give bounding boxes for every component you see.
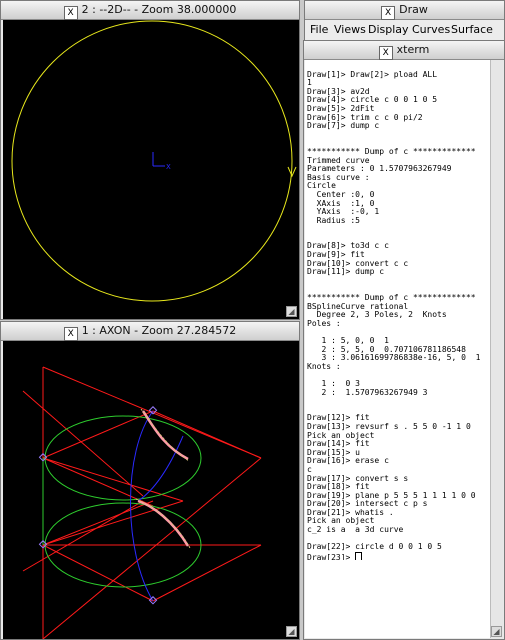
terminal-line: BSplineCurve rational <box>307 302 409 311</box>
tan-bspline-overlay <box>135 408 191 549</box>
terminal-line: Draw[17]> convert s s <box>307 474 409 483</box>
resize-grip[interactable]: ◢ <box>286 626 297 637</box>
terminal-line: Draw[15]> u <box>307 448 360 457</box>
window-2d-title: 2 : --2D-- - Zoom 38.000000 <box>81 3 237 16</box>
terminal-line: c <box>307 465 312 474</box>
terminal-line: Draw[5]> 2dFit <box>307 104 375 113</box>
window-2d-view[interactable]: X2 : --2D-- - Zoom 38.000000 X ◢ <box>0 0 300 320</box>
axis-x-label: X <box>166 163 171 171</box>
window-axon-titlebar[interactable]: X1 : AXON - Zoom 27.284572 <box>1 322 299 341</box>
terminal-line: Draw[23]> <box>307 551 490 561</box>
terminal-cursor <box>355 551 363 561</box>
terminal-line: Poles : <box>307 319 341 328</box>
terminal-line: Draw[19]> plane p 5 5 5 1 1 1 1 0 0 <box>307 491 476 500</box>
terminal-line: Knots : <box>307 362 341 371</box>
terminal-line: Pick an object <box>307 431 375 440</box>
terminal-line: *********** Dump of c ************* <box>307 147 476 156</box>
terminal-line: Parameters : 0 1.5707963267949 <box>307 165 452 174</box>
window-axon-view[interactable]: X1 : AXON - Zoom 27.284572 ◢ <box>0 321 300 640</box>
view-2d-canvas[interactable]: X <box>3 20 299 319</box>
terminal-line: Draw[12]> fit <box>307 414 370 423</box>
green-section-curves <box>42 415 202 588</box>
terminal-line: 3 : 3.06161699786838e-16, 5, 0 1 <box>307 354 481 363</box>
terminal-line: Draw[22]> circle d 0 0 1 0 5 <box>307 543 442 552</box>
window-2d-titlebar[interactable]: X2 : --2D-- - Zoom 38.000000 <box>1 1 299 20</box>
window-axon-title: 1 : AXON - Zoom 27.284572 <box>81 324 237 337</box>
terminal-line: 1 <box>307 79 312 88</box>
terminal-line: Draw[10]> convert c c <box>307 259 409 268</box>
terminal-line: Draw[3]> av2d <box>307 87 370 96</box>
window-xterm-titlebar[interactable]: Xxterm <box>304 41 504 60</box>
terminal-line: Draw[16]> erase c <box>307 457 389 466</box>
terminal-line: Basis curve : <box>307 173 370 182</box>
window-xterm-title: xterm <box>396 43 430 56</box>
menu-display[interactable]: Display <box>368 23 409 36</box>
terminal-line: Draw[21]> whatis . <box>307 508 394 517</box>
terminal-line: c_2 is a a 3d curve <box>307 526 404 535</box>
terminal-line: Draw[13]> revsurf s . 5 5 0 -1 1 0 <box>307 422 471 431</box>
terminal-scrollbar[interactable] <box>490 60 503 638</box>
terminal-line: Degree 2, 3 Poles, 2 Knots <box>307 311 447 320</box>
draw-menubar: File Views Display Curves Surface <box>305 20 504 41</box>
terminal-line: Trimmed curve <box>307 156 370 165</box>
terminal-lines: Draw[1]> Draw[2]> pload ALL 1 Draw[3]> av2… <box>307 62 490 561</box>
terminal-line: Draw[6]> trim c c 0 pi/2 <box>307 113 423 122</box>
window-draw-titlebar[interactable]: X Draw <box>305 1 504 20</box>
menu-curves[interactable]: Curves <box>412 23 450 36</box>
terminal-line: Circle <box>307 182 336 191</box>
window-draw-title: Draw <box>399 3 428 16</box>
terminal-line: Draw[20]> intersect c p s <box>307 500 428 509</box>
terminal-line: Draw[14]> fit <box>307 440 370 449</box>
terminal-line: YAxis :-0, 1 <box>307 208 380 217</box>
terminal-output[interactable]: Draw[1]> Draw[2]> pload ALL 1 Draw[3]> av2… <box>305 60 490 638</box>
terminal-line: Draw[1]> Draw[2]> pload ALL <box>307 70 438 79</box>
terminal-line: Center :0, 0 <box>307 190 375 199</box>
terminal-line: XAxis :1, 0 <box>307 199 375 208</box>
terminal-line: Draw[9]> fit <box>307 251 365 260</box>
x11-logo-icon: X <box>381 6 396 20</box>
terminal-line: Draw[8]> to3d c c <box>307 242 389 251</box>
terminal-line: Radius :5 <box>307 216 360 225</box>
x11-logo-icon: X <box>63 327 78 341</box>
window-xterm[interactable]: Xxterm Draw[1]> Draw[2]> pload ALL 1 Draw[… <box>303 40 505 640</box>
menu-file[interactable]: File <box>310 23 328 36</box>
terminal-line: Draw[7]> dump c <box>307 122 380 131</box>
menu-surface[interactable]: Surface <box>451 23 493 36</box>
window-draw[interactable]: X Draw File Views Display Curves Surface <box>304 0 505 42</box>
resize-grip[interactable]: ◢ <box>286 306 297 317</box>
terminal-line: Draw[11]> dump c <box>307 268 385 277</box>
terminal-line: *********** Dump of c ************* <box>307 294 476 303</box>
blue-intersection-curve-2 <box>137 435 184 502</box>
terminal-line: 2 : 1.5707963267949 3 <box>307 388 428 397</box>
terminal-line: 1 : 0 3 <box>307 379 360 388</box>
terminal-line: Draw[4]> circle c 0 0 1 0 5 <box>307 96 438 105</box>
circle-curve <box>11 20 293 302</box>
terminal-line: 2 : 5, 5, 0 0.707106781186548 <box>307 345 466 354</box>
x11-logo-icon: X <box>63 6 78 20</box>
terminal-line: Draw[18]> fit <box>307 483 370 492</box>
resize-grip[interactable]: ◢ <box>491 626 502 637</box>
view-axon-canvas[interactable] <box>3 341 299 639</box>
pink-bspline-curve <box>137 410 190 547</box>
terminal-line: Pick an object <box>307 517 375 526</box>
menu-views[interactable]: Views <box>334 23 366 36</box>
x11-logo-icon: X <box>378 46 393 60</box>
terminal-line: 1 : 5, 0, 0 1 <box>307 337 389 345</box>
